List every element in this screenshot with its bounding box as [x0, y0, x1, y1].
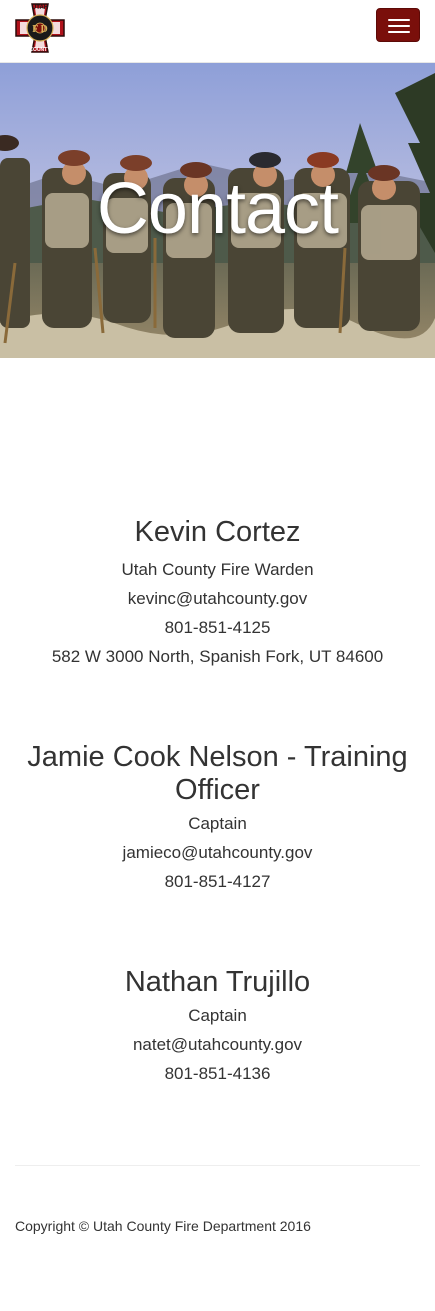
- contact-phone[interactable]: 801-851-4127: [0, 867, 435, 896]
- contact-name: Kevin Cortez: [134, 516, 301, 548]
- menu-toggle-button[interactable]: [376, 8, 420, 42]
- contact-card: Jamie Cook Nelson - Training Officer Cap…: [0, 741, 435, 896]
- contact-address: 582 W 3000 North, Spanish Fork, UT 84600: [51, 647, 384, 666]
- copyright-text: Copyright © Utah County Fire Department …: [15, 1218, 311, 1234]
- contact-title: Utah County Fire Warden: [121, 560, 314, 579]
- contact-title: Captain: [188, 1006, 247, 1025]
- logo-letters: F D: [32, 24, 47, 35]
- contact-title: Captain: [188, 814, 247, 833]
- contact-email[interactable]: natet@utahcounty.gov: [0, 1030, 435, 1059]
- contact-email[interactable]: jamieco@utahcounty.gov: [0, 838, 435, 867]
- hero-banner: Contact: [0, 63, 435, 358]
- contact-card: Nathan Trujillo Captain natet@utahcounty…: [0, 966, 435, 1088]
- logo-bottom-text: COUNTY: [29, 47, 51, 53]
- contact-phone[interactable]: 801-851-4125: [0, 613, 435, 642]
- navbar: UTAH COUNTY F D: [0, 0, 435, 63]
- fire-department-logo: UTAH COUNTY F D: [15, 3, 65, 53]
- page-title: Contact: [96, 169, 339, 249]
- contacts-section: Kevin Cortez Utah County Fire Warden kev…: [0, 358, 435, 1088]
- contact-name: Jamie Cook Nelson - Training Officer: [27, 741, 408, 806]
- contact-email[interactable]: kevinc@utahcounty.gov: [0, 584, 435, 613]
- logo-top-text: UTAH: [32, 5, 48, 11]
- footer: Copyright © Utah County Fire Department …: [0, 1166, 435, 1234]
- contact-card: Kevin Cortez Utah County Fire Warden kev…: [0, 516, 435, 671]
- contact-name: Nathan Trujillo: [124, 966, 311, 998]
- contact-phone[interactable]: 801-851-4136: [0, 1059, 435, 1088]
